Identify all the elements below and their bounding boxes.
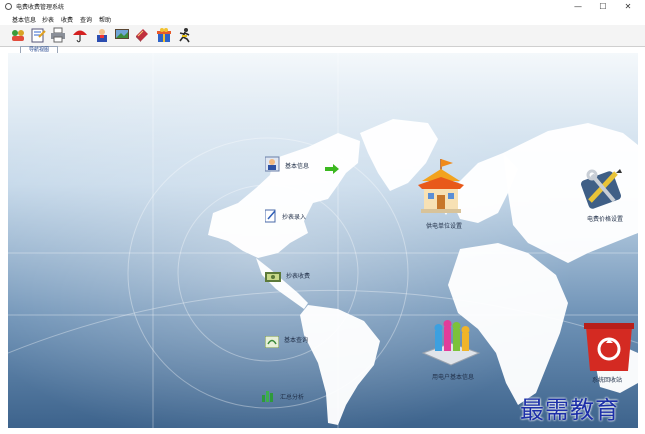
book-icon[interactable] [134, 27, 150, 43]
report-icon[interactable] [30, 27, 46, 43]
customers-group-icon[interactable] [421, 319, 481, 367]
recycle-bin-label[interactable]: 系统回收站 [592, 375, 622, 384]
app-icon [5, 3, 12, 10]
close-button[interactable]: ✕ [617, 0, 639, 14]
meter-entry-label[interactable]: 抄表录入 [282, 212, 306, 221]
summary-analysis-label[interactable]: 汇总分析 [280, 392, 304, 401]
menu-basic-info[interactable]: 基本信息 [12, 15, 36, 24]
menu-help[interactable]: 帮助 [99, 15, 111, 24]
watermark-text: 最需教育 [520, 396, 620, 424]
minimize-button[interactable]: — [567, 0, 589, 14]
power-station-icon[interactable] [416, 157, 466, 215]
person-icon[interactable] [94, 27, 110, 43]
meter-entry-icon[interactable] [264, 208, 277, 223]
runner-icon[interactable] [177, 27, 193, 43]
users-icon[interactable] [10, 27, 26, 43]
basic-query-icon[interactable] [264, 333, 280, 349]
menu-charge[interactable]: 收费 [61, 15, 73, 24]
menu-bar: 基本信息 抄表 收费 查询 帮助 [0, 14, 645, 25]
price-settings-label[interactable]: 电费价格设置 [587, 214, 623, 223]
meter-charge-label[interactable]: 抄表收费 [286, 271, 310, 280]
recycle-bin-icon[interactable] [584, 321, 634, 373]
basic-info-label[interactable]: 基本信息 [285, 161, 309, 170]
monitor-icon[interactable] [114, 27, 130, 43]
customer-info-label[interactable]: 用电户基本信息 [432, 372, 474, 381]
basic-info-icon[interactable] [264, 156, 281, 172]
arrow-right-icon [325, 159, 339, 174]
menu-meter[interactable]: 抄表 [42, 15, 54, 24]
maximize-button[interactable]: ☐ [592, 0, 614, 14]
gift-icon[interactable] [156, 27, 172, 43]
menu-query[interactable]: 查询 [80, 15, 92, 24]
title-bar: 电费收费管理系统 — ☐ ✕ [0, 0, 645, 14]
basic-query-label[interactable]: 基本查询 [284, 335, 308, 344]
umbrella-icon[interactable] [72, 27, 88, 43]
world-map-background [8, 53, 638, 428]
toolbar [0, 25, 645, 47]
settings-tools-icon[interactable] [580, 167, 626, 211]
bar-chart-icon[interactable] [261, 387, 275, 402]
printer-icon[interactable] [50, 27, 66, 43]
company-settings-label[interactable]: 供电单位设置 [426, 221, 462, 230]
navigation-canvas: 基本信息 抄表录入 抄表收费 基本查询 汇总分析 供电单位设置 电费价格设置 用… [8, 53, 638, 428]
window-title: 电费收费管理系统 [16, 4, 65, 11]
meter-charge-icon[interactable] [265, 268, 281, 282]
